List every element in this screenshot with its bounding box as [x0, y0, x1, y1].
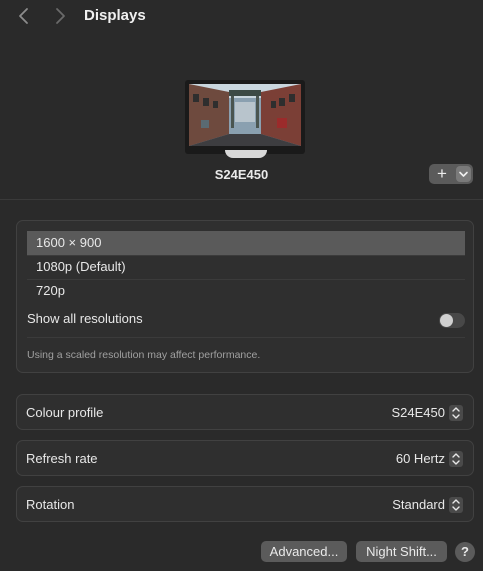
performance-note: Using a scaled resolution may affect per… [27, 349, 261, 361]
back-chevron-icon[interactable] [16, 6, 32, 26]
add-display-menu-button[interactable] [456, 166, 471, 182]
refresh-rate-value[interactable]: 60 Hertz [396, 451, 445, 466]
section-divider [0, 199, 483, 200]
rotation-row: Rotation Standard [16, 486, 474, 522]
add-display-button[interactable]: + [429, 164, 455, 184]
advanced-button[interactable]: Advanced... [261, 541, 347, 562]
row-divider [27, 337, 465, 338]
show-all-resolutions-label: Show all resolutions [27, 311, 143, 326]
chevron-down-icon [459, 171, 468, 177]
monitor-stand [225, 150, 267, 158]
show-all-resolutions-toggle[interactable] [439, 313, 465, 328]
colour-profile-label: Colour profile [26, 405, 104, 420]
night-shift-button[interactable]: Night Shift... [356, 541, 447, 562]
rotation-value[interactable]: Standard [392, 497, 445, 512]
rotation-label: Rotation [26, 497, 75, 512]
refresh-rate-label: Refresh rate [26, 451, 98, 466]
title-bar: Displays [0, 0, 483, 34]
resolution-panel: 1600 × 900 1080p (Default) 720p Show all… [16, 220, 474, 373]
resolution-option-1600x900[interactable]: 1600 × 900 [27, 231, 465, 255]
display-arrangement: S24E450 + [0, 34, 483, 199]
colour-profile-value[interactable]: S24E450 [392, 405, 446, 420]
monitor-thumbnail[interactable] [185, 80, 305, 154]
refresh-rate-row: Refresh rate 60 Hertz [16, 440, 474, 476]
wallpaper-image [189, 84, 301, 146]
add-display-control: + [429, 164, 473, 184]
page-title: Displays [84, 7, 146, 24]
help-button[interactable]: ? [455, 542, 475, 562]
toggle-knob [440, 314, 453, 327]
display-name-label: S24E450 [214, 167, 269, 182]
resolution-option-1080p[interactable]: 1080p (Default) [27, 255, 465, 279]
refresh-rate-updown-icon[interactable] [449, 451, 463, 467]
colour-profile-updown-icon[interactable] [449, 405, 463, 421]
resolution-option-720p[interactable]: 720p [27, 279, 465, 303]
rotation-updown-icon[interactable] [449, 497, 463, 513]
forward-chevron-icon[interactable] [52, 6, 68, 26]
colour-profile-row: Colour profile S24E450 [16, 394, 474, 430]
